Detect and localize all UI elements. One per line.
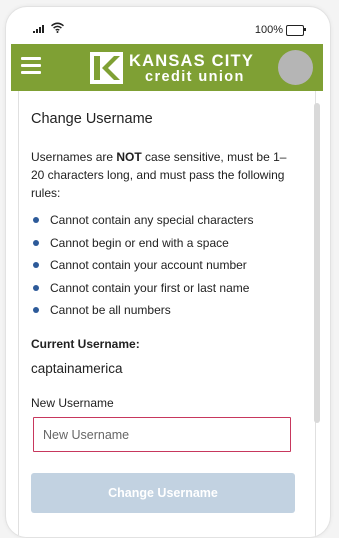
rule-item: Cannot be all numbers [31,302,253,325]
intro-text: Usernames are NOT case sensitive, must b… [31,148,293,202]
battery-label: 100% [254,24,283,36]
scrollbar[interactable] [314,103,320,423]
intro-text-start: Usernames are [31,150,117,164]
current-username-label: Current Username: [31,337,140,351]
app-header: KANSAS CITY credit union [11,44,323,91]
wifi-icon [51,22,64,33]
page-title: Change Username [31,111,153,127]
rule-item: Cannot contain your first or last name [31,280,253,303]
intro-text-emphasis: NOT [116,150,142,164]
brand-tagline: credit union [145,69,245,85]
rules-list: Cannot contain any special characters Ca… [31,212,253,325]
phone-frame: 100% KANSAS CITY credit union Change Use… [5,6,331,538]
rule-item: Cannot contain any special characters [31,212,253,235]
signal-icon [33,25,44,33]
new-username-input[interactable] [33,417,291,452]
rule-item: Cannot begin or end with a space [31,235,253,258]
kc-logo-icon [90,52,123,84]
battery-status: 100% [254,24,306,36]
change-username-button[interactable]: Change Username [31,473,295,513]
status-bar: 100% [6,7,330,45]
battery-icon [286,24,306,36]
current-username-value: captainamerica [31,361,123,376]
change-username-panel: Change Username Usernames are NOT case s… [18,91,320,537]
new-username-label: New Username [31,396,114,410]
rule-item: Cannot contain your account number [31,257,253,280]
avatar[interactable] [278,50,313,85]
hamburger-menu-icon[interactable] [21,57,41,75]
